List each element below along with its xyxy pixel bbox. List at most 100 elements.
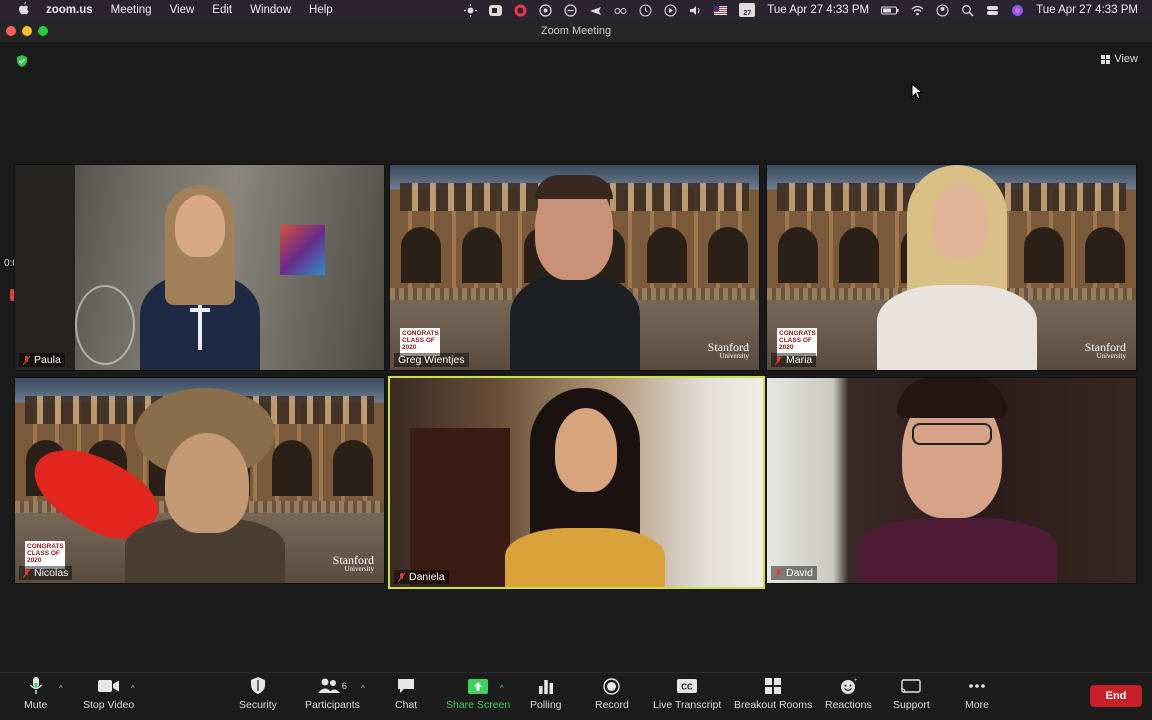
- congrats-sign: CONGRATS CLASS OF 2020: [400, 328, 440, 356]
- congrats-text-1: CONGRATS: [27, 543, 64, 550]
- video-options-chevron-icon[interactable]: ^: [131, 684, 135, 693]
- congrats-sign: CONGRATS CLASS OF 2020: [25, 541, 65, 569]
- menubar-clock-left[interactable]: Tue Apr 27 4:33 PM: [767, 4, 869, 16]
- menu-app-zoom[interactable]: zoom.us: [46, 4, 93, 16]
- video-tile-greg-wientjes[interactable]: CONGRATS CLASS OF 2020 Stanford University …: [389, 164, 760, 371]
- view-button[interactable]: View: [1101, 53, 1138, 65]
- congrats-text-3: 2020: [779, 344, 794, 352]
- user-account-icon[interactable]: [936, 4, 949, 17]
- record-button[interactable]: Record: [595, 677, 629, 711]
- congrats-text-2: CLASS OF: [779, 337, 812, 345]
- participants-icon: 6: [312, 677, 352, 695]
- volume-icon[interactable]: [689, 4, 702, 17]
- participant-nameplate: Paula: [19, 353, 65, 367]
- airplane-icon[interactable]: [589, 4, 602, 17]
- play-icon[interactable]: [664, 4, 677, 17]
- support-button[interactable]: Support: [893, 677, 930, 711]
- siri-icon[interactable]: [1011, 4, 1024, 17]
- battery-icon[interactable]: [881, 4, 899, 17]
- more-button[interactable]: More: [965, 677, 989, 711]
- person-body: [510, 275, 640, 370]
- end-meeting-button[interactable]: End: [1090, 685, 1142, 707]
- record-label: Record: [595, 699, 629, 711]
- muted-mic-icon: [774, 568, 783, 578]
- zoom-window-button[interactable]: [38, 26, 48, 36]
- polling-label: Polling: [530, 699, 562, 711]
- participant-nameplate: Daniela: [394, 570, 449, 584]
- menu-meeting[interactable]: Meeting: [111, 4, 152, 16]
- video-camera-icon: [97, 677, 120, 695]
- do-not-disturb-icon[interactable]: [564, 3, 577, 17]
- participant-nameplate: Greg Wientjes: [394, 353, 469, 367]
- spotlight-search-icon[interactable]: [961, 4, 974, 17]
- view-label: View: [1114, 53, 1138, 65]
- minimize-window-button[interactable]: [22, 26, 32, 36]
- macos-menubar: zoom.us Meeting View Edit Window Help 27…: [0, 0, 1152, 20]
- menu-view[interactable]: View: [170, 4, 195, 16]
- audio-options-chevron-icon[interactable]: ^: [59, 684, 63, 693]
- white-chair: [75, 285, 135, 365]
- live-transcript-button[interactable]: CC Live Transcript: [653, 677, 721, 711]
- participants-button[interactable]: 6 Participants: [305, 677, 360, 711]
- support-label: Support: [893, 699, 930, 711]
- congrats-text-3: 2020: [27, 557, 42, 565]
- muted-mic-icon: [774, 355, 783, 365]
- us-flag-icon[interactable]: [714, 4, 728, 17]
- chat-label: Chat: [395, 699, 418, 711]
- security-shield-icon: [247, 677, 269, 695]
- polling-button[interactable]: Polling: [530, 677, 562, 711]
- brightness-icon[interactable]: [464, 3, 478, 17]
- menubar-clock-right[interactable]: Tue Apr 27 4:33 PM: [1036, 4, 1138, 16]
- video-tile-daniela[interactable]: Daniela: [388, 376, 765, 589]
- security-button[interactable]: Security: [239, 677, 277, 711]
- mute-button[interactable]: Mute: [24, 677, 47, 711]
- share-screen-button[interactable]: Share Screen: [446, 677, 510, 711]
- person-body: [877, 285, 1037, 370]
- glasses-icon[interactable]: [614, 4, 627, 17]
- person-body: [505, 528, 665, 587]
- video-tile-maria[interactable]: CONGRATS CLASS OF 2020 Stanford University …: [766, 164, 1137, 371]
- zoom-video-icon[interactable]: [489, 4, 503, 17]
- mouse-pointer-icon: [911, 82, 924, 100]
- video-tile-paula[interactable]: Paula: [14, 164, 385, 371]
- congrats-text-2: CLASS OF: [402, 337, 435, 345]
- participants-label: Participants: [305, 699, 360, 711]
- stop-video-button[interactable]: Stop Video: [83, 677, 134, 711]
- time-machine-icon[interactable]: [639, 4, 652, 17]
- wall-painting: [280, 225, 325, 275]
- record-icon: [601, 677, 623, 695]
- at-sign-icon[interactable]: [539, 3, 552, 17]
- creative-cloud-icon[interactable]: [514, 4, 527, 17]
- reactions-button[interactable]: + Reactions: [825, 677, 872, 712]
- menu-window[interactable]: Window: [250, 4, 291, 16]
- breakout-rooms-icon: [762, 677, 784, 695]
- breakout-rooms-button[interactable]: Breakout Rooms: [734, 677, 812, 711]
- muted-mic-icon: [22, 568, 31, 578]
- share-options-chevron-icon[interactable]: ^: [500, 684, 504, 693]
- menu-edit[interactable]: Edit: [212, 4, 232, 16]
- video-tile-david[interactable]: David: [766, 377, 1137, 584]
- participants-chevron-icon[interactable]: ^: [361, 684, 365, 693]
- calendar-icon[interactable]: 27: [739, 3, 756, 17]
- close-window-button[interactable]: [6, 26, 16, 36]
- stop-video-label: Stop Video: [83, 699, 135, 711]
- window-title: Zoom Meeting: [540, 25, 612, 37]
- participants-count: 6: [341, 681, 347, 691]
- smiley-reaction-icon: +: [837, 677, 859, 695]
- breakout-rooms-label: Breakout Rooms: [734, 699, 813, 711]
- hair: [897, 378, 1007, 418]
- congrats-sign: CONGRATS CLASS OF 2020: [777, 328, 817, 356]
- person-body: [857, 518, 1057, 583]
- svg-text:CC: CC: [681, 683, 693, 692]
- chat-bubble-icon: [395, 677, 417, 695]
- university-text: University: [1096, 352, 1126, 360]
- apple-icon[interactable]: [18, 2, 32, 18]
- wifi-icon[interactable]: [911, 4, 924, 17]
- control-center-icon[interactable]: [986, 4, 999, 17]
- window-titlebar: Zoom Meeting: [0, 20, 1152, 42]
- menu-help[interactable]: Help: [309, 4, 333, 16]
- encryption-shield-icon[interactable]: [16, 54, 28, 67]
- chat-button[interactable]: Chat: [395, 677, 417, 711]
- muted-mic-icon: [397, 572, 406, 582]
- video-tile-nicolas[interactable]: CONGRATS CLASS OF 2020 Stanford University …: [14, 377, 385, 584]
